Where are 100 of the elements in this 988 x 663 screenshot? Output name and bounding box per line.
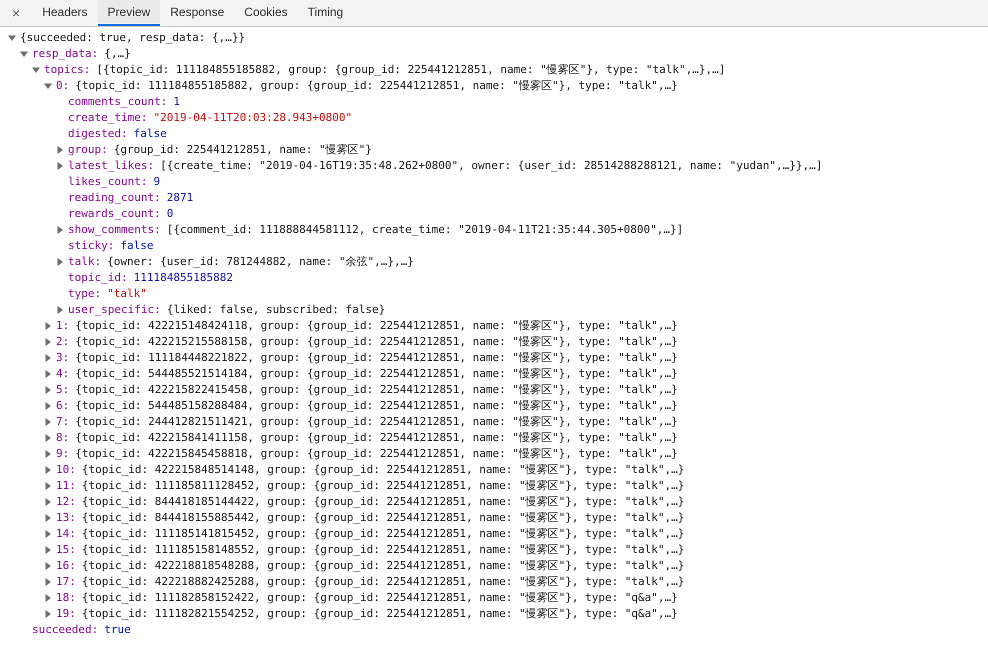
property-key: topics: bbox=[44, 62, 90, 78]
property-key: rewards_count: bbox=[68, 206, 161, 222]
expand-arrow-icon[interactable] bbox=[44, 386, 52, 394]
property-value: "talk" bbox=[107, 286, 147, 302]
object-preview: {topic_id: 422215841411158, group: {group_id: 225441212851, name: "慢雾区"}, type: "talk",…} bbox=[75, 430, 678, 446]
property-key: 1: bbox=[56, 318, 70, 334]
object-preview: {topic_id: 111182821554252, group: {group_id: 225441212851, name: "慢雾区"}, type: "q&a",…} bbox=[82, 606, 678, 622]
expand-arrow-icon[interactable] bbox=[44, 530, 52, 538]
expand-arrow-icon[interactable] bbox=[44, 482, 52, 490]
property-key: comments_count: bbox=[68, 94, 168, 110]
object-preview: {topic_id: 244412821511421, group: {group_id: 225441212851, name: "慢雾区"}, type: "talk",…} bbox=[75, 414, 678, 430]
object-preview: {topic_id: 422218818548288, group: {group_id: 225441212851, name: "慢雾区"}, type: "talk",…} bbox=[82, 558, 684, 574]
property-key: 16: bbox=[56, 558, 76, 574]
expand-arrow-icon[interactable] bbox=[56, 162, 64, 170]
expand-arrow-icon[interactable] bbox=[44, 578, 52, 586]
tab[interactable]: Preview bbox=[98, 0, 160, 26]
property-key: 5: bbox=[56, 382, 70, 398]
object-preview: {topic_id: 422215148424118, group: {group_id: 225441212851, name: "慢雾区"}, type: "talk",…} bbox=[75, 318, 678, 334]
object-preview: {,…} bbox=[104, 46, 131, 62]
tab[interactable]: Timing bbox=[298, 0, 354, 26]
object-preview: [{comment_id: 111888844581112, create_time: "2019-04-11T21:35:44.305+0800",…}] bbox=[166, 222, 684, 238]
collapse-arrow-icon[interactable] bbox=[8, 34, 16, 42]
property-value: true bbox=[104, 622, 131, 638]
property-key: 2: bbox=[56, 334, 70, 350]
property-key: latest_likes: bbox=[68, 158, 154, 174]
property-key: digested: bbox=[68, 126, 128, 142]
property-value: false bbox=[120, 238, 154, 254]
object-preview: {topic_id: 111184855185882, group: {group_id: 225441212851, name: "慢雾区"}, type: "talk",…} bbox=[75, 78, 678, 94]
object-preview: {topic_id: 111182858152422, group: {group_id: 225441212851, name: "慢雾区"}, type: "q&a",…} bbox=[82, 590, 678, 606]
expand-arrow-icon[interactable] bbox=[44, 562, 52, 570]
property-key: talk: bbox=[68, 254, 102, 270]
expand-arrow-icon[interactable] bbox=[44, 514, 52, 522]
property-key: type: bbox=[68, 286, 102, 302]
object-preview: [{create_time: "2019-04-16T19:35:48.262+0800", owner: {user_id: 28514288288121, name: "yudan",…}},…] bbox=[160, 158, 822, 174]
expand-arrow-icon[interactable] bbox=[44, 354, 52, 362]
property-key: sticky: bbox=[68, 238, 114, 254]
collapse-arrow-icon[interactable] bbox=[20, 50, 28, 58]
property-key: 0: bbox=[56, 78, 70, 94]
property-key: 17: bbox=[56, 574, 76, 590]
property-key: 18: bbox=[56, 590, 76, 606]
object-preview: {group_id: 225441212851, name: "慢雾区"} bbox=[114, 142, 372, 158]
collapse-arrow-icon[interactable] bbox=[32, 66, 40, 74]
object-preview: {topic_id: 422215848514148, group: {group_id: 225441212851, name: "慢雾区"}, type: "talk",…} bbox=[82, 462, 684, 478]
expand-arrow-icon[interactable] bbox=[44, 418, 52, 426]
property-key: 15: bbox=[56, 542, 76, 558]
object-preview: {liked: false, subscribed: false} bbox=[166, 302, 386, 318]
tab[interactable]: Response bbox=[160, 0, 234, 26]
expand-arrow-icon[interactable] bbox=[56, 306, 64, 314]
expand-arrow-icon[interactable] bbox=[56, 258, 64, 266]
expand-arrow-icon[interactable] bbox=[44, 466, 52, 474]
property-key: 7: bbox=[56, 414, 70, 430]
property-key: 12: bbox=[56, 494, 76, 510]
property-key: reading_count: bbox=[68, 190, 161, 206]
object-preview: {topic_id: 544485521514184, group: {group_id: 225441212851, name: "慢雾区"}, type: "talk",…} bbox=[75, 366, 678, 382]
object-preview: {topic_id: 422215822415458, group: {group_id: 225441212851, name: "慢雾区"}, type: "talk",…} bbox=[75, 382, 678, 398]
property-key: 9: bbox=[56, 446, 70, 462]
tab[interactable]: Headers bbox=[32, 0, 98, 26]
object-preview: {succeeded: true, resp_data: {,…}} bbox=[20, 30, 246, 46]
object-preview: {topic_id: 422215215588158, group: {group_id: 225441212851, name: "慢雾区"}, type: "talk",…} bbox=[75, 334, 678, 350]
property-key: 13: bbox=[56, 510, 76, 526]
property-value: 2871 bbox=[166, 190, 194, 206]
property-key: show_comments: bbox=[68, 222, 161, 238]
property-value: 111184855185882 bbox=[134, 270, 233, 286]
expand-arrow-icon[interactable] bbox=[56, 146, 64, 154]
object-preview: {topic_id: 111185141815452, group: {group_id: 225441212851, name: "慢雾区"}, type: "talk",…} bbox=[82, 526, 684, 542]
expand-arrow-icon[interactable] bbox=[44, 370, 52, 378]
property-key: likes_count: bbox=[68, 174, 148, 190]
property-key: resp_data: bbox=[32, 46, 98, 62]
property-key: succeeded: bbox=[32, 622, 98, 638]
property-key: 4: bbox=[56, 366, 70, 382]
property-key: user_specific: bbox=[68, 302, 161, 318]
property-key: 6: bbox=[56, 398, 70, 414]
property-value: 9 bbox=[153, 174, 160, 190]
expand-arrow-icon[interactable] bbox=[44, 402, 52, 410]
expand-arrow-icon[interactable] bbox=[44, 594, 52, 602]
expand-arrow-icon[interactable] bbox=[44, 322, 52, 330]
expand-arrow-icon[interactable] bbox=[56, 226, 64, 234]
object-preview: {topic_id: 422215845458818, group: {group_id: 225441212851, name: "慢雾区"}, type: "talk",…} bbox=[75, 446, 678, 462]
expand-arrow-icon[interactable] bbox=[44, 338, 52, 346]
object-preview: [{topic_id: 111184855185882, group: {group_id: 225441212851, name: "慢雾区"}, type: "talk",…},…] bbox=[96, 62, 726, 78]
object-preview: {topic_id: 844418155885442, group: {group_id: 225441212851, name: "慢雾区"}, type: "talk",…} bbox=[82, 510, 684, 526]
object-preview: {topic_id: 111184448221822, group: {group_id: 225441212851, name: "慢雾区"}, type: "talk",…} bbox=[75, 350, 678, 366]
object-preview: {topic_id: 844418185144422, group: {group_id: 225441212851, name: "慢雾区"}, type: "talk",…} bbox=[82, 494, 684, 510]
property-value: "2019-04-11T20:03:28.943+0800" bbox=[153, 110, 352, 126]
property-key: topic_id: bbox=[68, 270, 128, 286]
property-value: 0 bbox=[166, 206, 174, 222]
property-key: 10: bbox=[56, 462, 76, 478]
property-key: 3: bbox=[56, 350, 70, 366]
object-preview: {owner: {user_id: 781244882, name: "余弦",…},…} bbox=[107, 254, 414, 270]
property-key: 11: bbox=[56, 478, 76, 494]
object-preview: {topic_id: 111185158148552, group: {group_id: 225441212851, name: "慢雾区"}, type: "talk",…} bbox=[82, 542, 684, 558]
expand-arrow-icon[interactable] bbox=[44, 434, 52, 442]
tab[interactable]: Cookies bbox=[234, 0, 298, 26]
expand-arrow-icon[interactable] bbox=[44, 546, 52, 554]
object-preview: {topic_id: 422218882425288, group: {group_id: 225441212851, name: "慢雾区"}, type: "talk",…} bbox=[82, 574, 684, 590]
object-preview: {topic_id: 111185811128452, group: {group_id: 225441212851, name: "慢雾区"}, type: "talk",…} bbox=[82, 478, 684, 494]
collapse-arrow-icon[interactable] bbox=[44, 82, 52, 90]
expand-arrow-icon[interactable] bbox=[44, 610, 52, 618]
expand-arrow-icon[interactable] bbox=[44, 450, 52, 458]
expand-arrow-icon[interactable] bbox=[44, 498, 52, 506]
